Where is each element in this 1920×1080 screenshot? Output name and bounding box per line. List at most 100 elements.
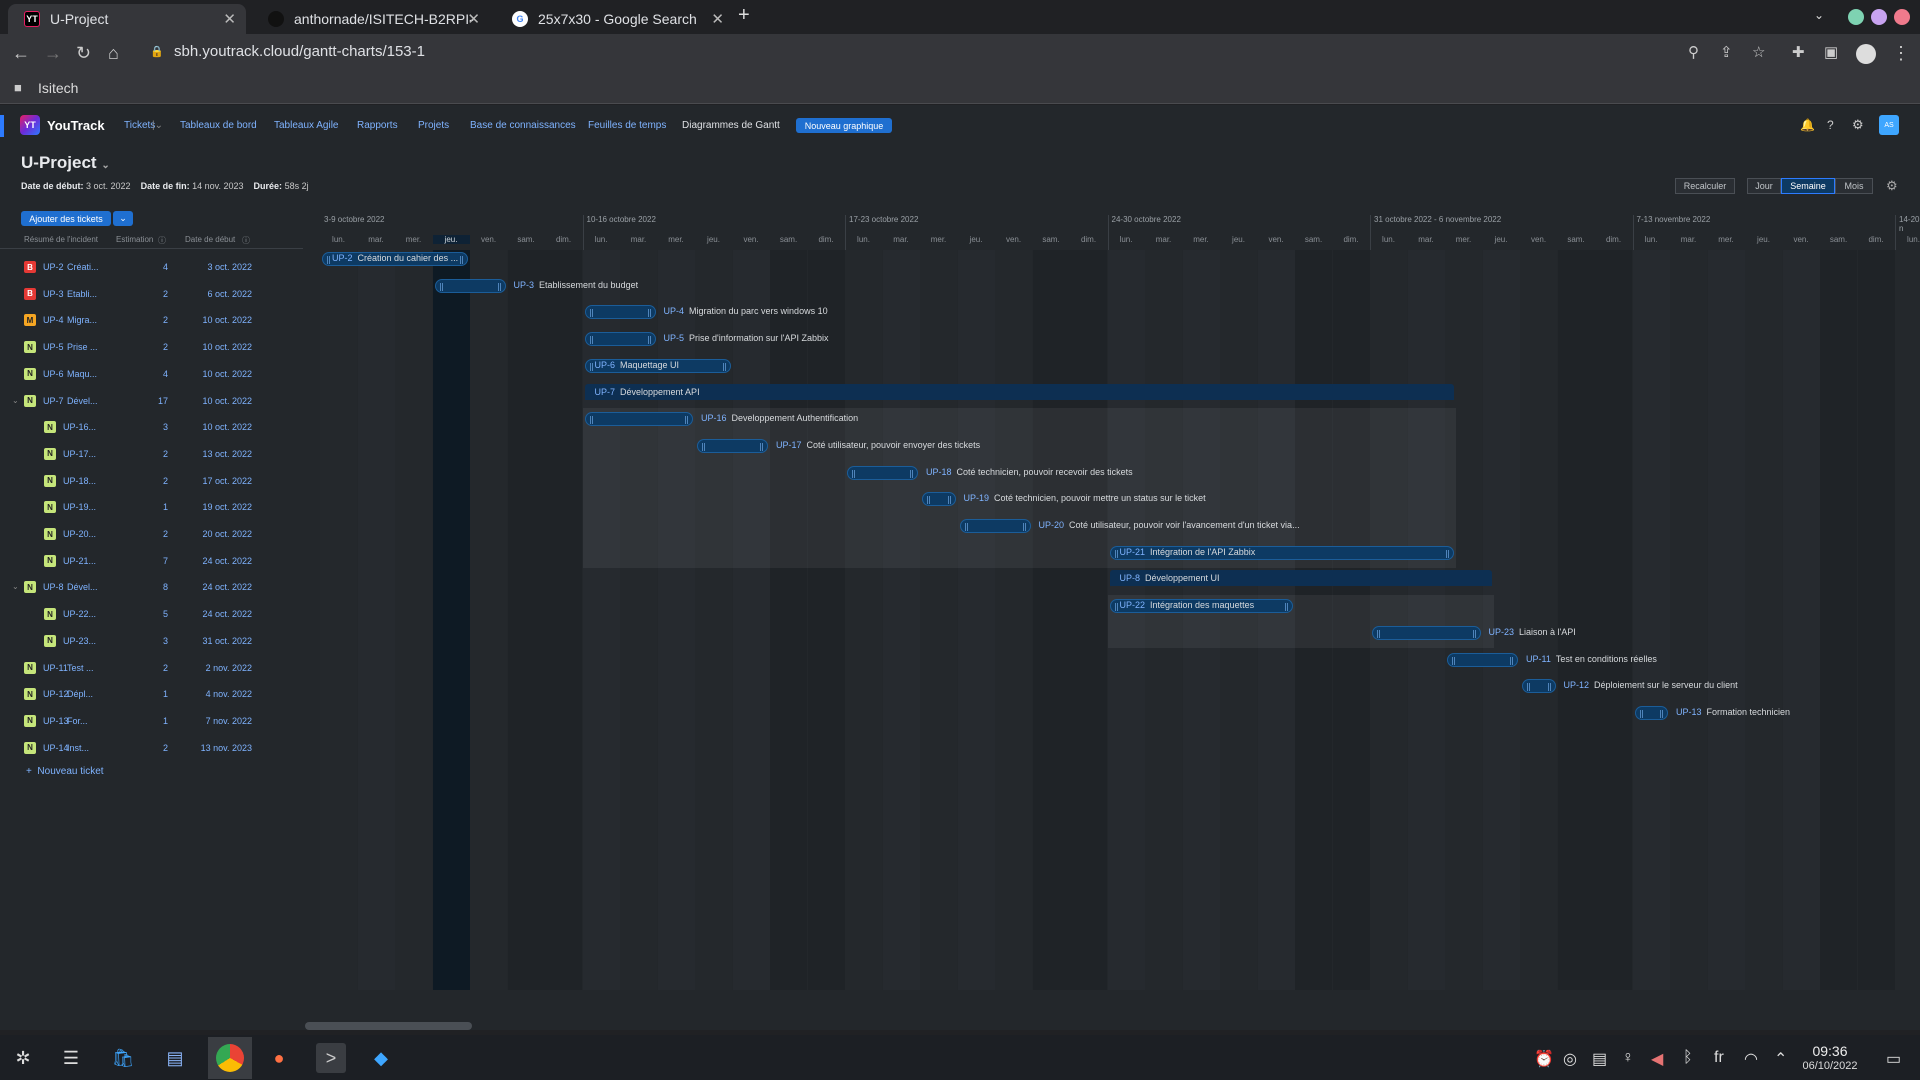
gantt-bar-label[interactable]: UP-16 Developpement Authentification [701,413,858,423]
ticket-id[interactable]: UP-2 [43,262,64,272]
gantt-bar[interactable] [959,519,1031,533]
zoom-icon[interactable]: ⚲ [1688,43,1699,61]
ticket-summary[interactable]: Prise ... [67,342,98,352]
horizontal-scrollbar[interactable] [305,1022,472,1030]
close-icon[interactable]: ✕ [711,10,724,28]
menu-icon[interactable]: ⋮ [1892,43,1910,64]
nav-base-de-connaissances[interactable]: Base de connaissances [470,120,576,131]
ticket-id[interactable]: UP-23... [63,636,96,646]
resize-handle-left[interactable] [1114,549,1118,558]
gantt-bar[interactable] [584,332,656,347]
ticket-id[interactable]: UP-19... [63,502,96,512]
expand-chevron-icon[interactable]: ⌄ [12,582,19,591]
ticket-start-date[interactable]: 10 oct. 2022 [182,422,252,432]
gantt-bar[interactable] [584,412,693,427]
notification-icon[interactable]: 🔔 [1800,118,1815,132]
vscode-icon[interactable]: ◆ [366,1043,396,1073]
terminal-icon[interactable]: > [316,1043,346,1073]
youtrack-logo-icon[interactable]: YT [20,115,40,135]
list-item[interactable]: N UP-23... 3 31 oct. 2022 [0,629,303,655]
task-manager-icon[interactable]: ☰ [56,1043,86,1073]
minimize-button[interactable] [1848,9,1864,25]
gantt-bar-label[interactable]: UP-22 Intégration des maquettes [1120,600,1255,610]
ticket-estimation[interactable]: 1 [148,502,168,512]
gantt-bar-label[interactable]: UP-12 Déploiement sur le serveur du clien… [1564,680,1738,690]
ticket-start-date[interactable]: 4 nov. 2022 [182,689,252,699]
ticket-estimation[interactable]: 2 [148,663,168,673]
gantt-bar-label[interactable]: UP-18 Coté technicien, pouvoir recevoir d… [926,467,1133,477]
ticket-start-date[interactable]: 24 oct. 2022 [182,556,252,566]
list-item[interactable]: N UP-6 Maqu... 4 10 oct. 2022 [0,362,303,388]
tab-github[interactable]: anthornade/ISITECH-B2RPI-S ✕ [252,4,490,34]
ticket-start-date[interactable]: 19 oct. 2022 [182,502,252,512]
ticket-start-date[interactable]: 31 oct. 2022 [182,636,252,646]
volume-muted-icon[interactable]: ◀ [1651,1049,1663,1069]
ticket-estimation[interactable]: 2 [148,743,168,753]
gantt-bar-label[interactable]: UP-20 Coté utilisateur, pouvoir voir l'av… [1039,520,1300,530]
resize-handle-left[interactable] [327,256,330,264]
ticket-id[interactable]: UP-21... [63,556,96,566]
resize-handle-left[interactable] [1114,603,1118,612]
bulb-icon[interactable]: ♀ [1622,1049,1634,1067]
recalc-button[interactable]: Recalculer [1675,178,1735,194]
file-manager-icon[interactable]: ▤ [160,1043,190,1073]
resize-handle-left[interactable] [852,469,855,478]
resize-handle-right[interactable] [1510,656,1513,665]
gantt-bar-label[interactable]: UP-3 Etablissement du budget [514,280,639,290]
gantt-bar-label[interactable]: UP-13 Formation technicien [1676,707,1790,717]
resize-handle-right[interactable] [1472,629,1476,638]
ticket-id[interactable]: UP-7 [43,396,64,406]
share-icon[interactable]: ⇪ [1720,43,1733,61]
gantt-bar[interactable] [697,438,768,453]
list-item[interactable]: N UP-21... 7 24 oct. 2022 [0,549,303,575]
ticket-summary[interactable]: Etabli... [67,289,97,299]
nav-tickets[interactable]: Tickets [124,120,155,131]
resize-handle-left[interactable] [1527,683,1530,692]
ticket-id[interactable]: UP-12 [43,689,69,699]
gantt-bar[interactable] [1372,625,1481,640]
gantt-bar-label[interactable]: UP-7 Développement API [595,387,700,397]
resize-handle-right[interactable] [1547,683,1551,692]
chrome-icon[interactable] [208,1037,252,1079]
gantt-bar[interactable] [1634,705,1668,720]
ticket-summary[interactable]: Dépl... [67,689,93,699]
scale-week[interactable]: Semaine [1781,178,1835,194]
nav-feuilles-de-temps[interactable]: Feuilles de temps [588,120,666,131]
ticket-estimation[interactable]: 2 [148,342,168,352]
gantt-bar[interactable] [434,278,506,293]
help-icon[interactable]: ? [1827,118,1834,132]
resize-handle-left[interactable] [1452,656,1455,665]
nav-tickets-dropdown[interactable]: |⌄ [152,120,163,131]
list-item[interactable]: N UP-13 For... 1 7 nov. 2022 [0,709,303,735]
home-icon[interactable]: ⌂ [108,43,119,64]
ticket-estimation[interactable]: 1 [148,689,168,699]
resize-handle-left[interactable] [1639,709,1643,718]
tab-u-project[interactable]: YT U-Project ✕ [8,4,246,34]
bookmark-isitech[interactable]: Isitech [38,80,78,96]
ticket-id[interactable]: UP-17... [63,449,96,459]
ticket-estimation[interactable]: 1 [148,716,168,726]
new-chart-button[interactable]: Nouveau graphique [796,118,892,133]
ticket-summary[interactable]: Migra... [67,315,97,325]
ticket-estimation[interactable]: 3 [148,636,168,646]
ticket-start-date[interactable]: 3 oct. 2022 [182,262,252,272]
resize-handle-left[interactable] [589,416,593,425]
gantt-bar[interactable] [584,305,656,320]
ticket-estimation[interactable]: 2 [148,315,168,325]
chevron-down-icon[interactable]: ⌄ [1814,8,1824,22]
chevron-up-icon[interactable]: ⌃ [1774,1049,1787,1069]
project-title[interactable]: U-Project ⌄ [21,153,110,173]
list-item[interactable]: N UP-14 Inst... 2 13 nov. 2023 [0,736,303,762]
gantt-bar-label[interactable]: UP-8 Développement UI [1120,573,1220,583]
star-icon[interactable]: ☆ [1752,43,1765,61]
gantt-bar[interactable] [922,492,956,507]
resize-handle-right[interactable] [910,469,913,478]
ticket-start-date[interactable]: 2 nov. 2022 [182,663,252,673]
nav-tableaux-agile[interactable]: Tableaux Agile [274,120,339,131]
close-window-button[interactable] [1894,9,1910,25]
alarm-icon[interactable]: ⏰ [1534,1049,1554,1069]
resize-handle-left[interactable] [1377,629,1380,638]
list-item[interactable]: N UP-16... 3 10 oct. 2022 [0,415,303,441]
bluetooth-icon[interactable]: ᛒ [1683,1049,1693,1067]
ticket-estimation[interactable]: 3 [148,422,168,432]
